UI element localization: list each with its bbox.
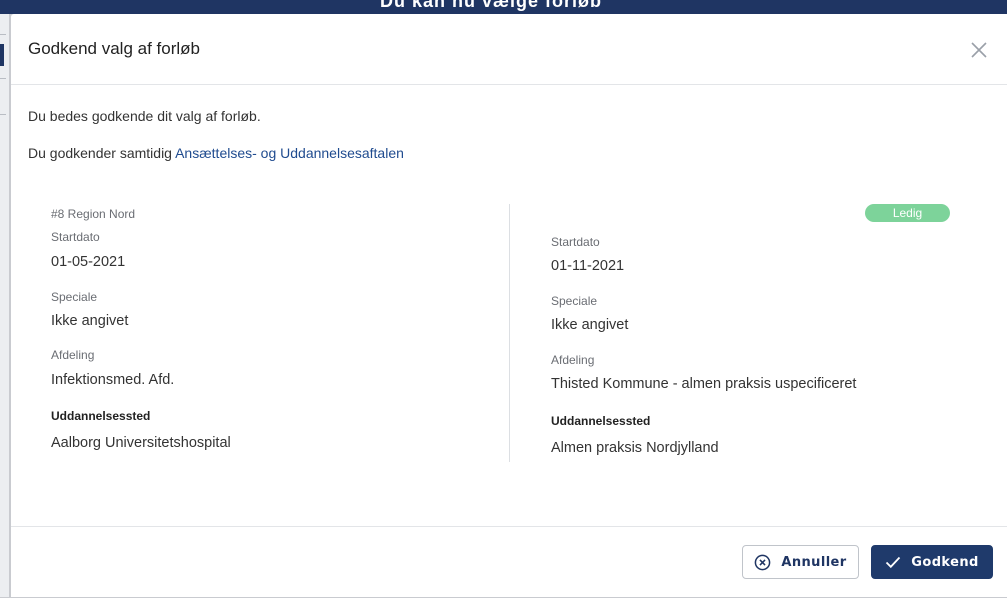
speciale-label: Speciale [551, 294, 598, 308]
x-circle-icon [754, 554, 771, 571]
dialog-header: Godkend valg af forløb [11, 14, 1007, 85]
uddannelsessted-value: Almen praksis Nordjylland [551, 440, 719, 456]
app-header-bar: Du kan nu vælge forløb [0, 0, 1007, 14]
uddannelsessted-label: Uddannelsessted [551, 414, 651, 428]
app-page-title: Du kan nu vælge forløb [380, 0, 603, 11]
status-badge: Ledig [865, 204, 950, 222]
column-divider [509, 204, 510, 462]
afdeling-value: Infektionsmed. Afd. [51, 372, 175, 388]
afdeling-value: Thisted Kommune - almen praksis uspecifi… [551, 376, 857, 392]
cancel-label: Annuller [781, 554, 847, 570]
region-label: #8 Region Nord [51, 207, 136, 221]
sidebar-divider [0, 34, 6, 35]
close-icon[interactable] [967, 38, 991, 62]
approve-label: Godkend [911, 554, 979, 570]
intro-text: Du bedes godkende dit valg af forløb. [28, 108, 261, 124]
sidebar-active-marker [0, 44, 4, 66]
uddannelsessted-value: Aalborg Universitetshospital [51, 435, 231, 451]
cancel-button[interactable]: Annuller [742, 545, 859, 579]
dialog-footer: Annuller Godkend [11, 526, 1007, 598]
agreement-link[interactable]: Ansættelses- og Uddannelsesaftalen [175, 145, 404, 161]
afdeling-label: Afdeling [51, 348, 95, 362]
sidebar-divider [0, 78, 6, 79]
speciale-value: Ikke angivet [51, 313, 129, 329]
startdato-value: 01-11-2021 [551, 258, 625, 274]
startdato-label: Startdato [551, 235, 600, 249]
afdeling-label: Afdeling [551, 353, 595, 367]
startdato-value: 01-05-2021 [51, 254, 126, 270]
dialog-title: Godkend valg af forløb [28, 39, 200, 58]
approve-dialog: Godkend valg af forløb Du bedes godkende… [11, 14, 1007, 597]
intro-prefix: Du godkender samtidig [28, 145, 176, 161]
uddannelsessted-label: Uddannelsessted [51, 409, 151, 423]
speciale-value: Ikke angivet [551, 317, 629, 333]
check-icon [885, 555, 901, 569]
sidebar-divider [0, 114, 6, 115]
startdato-label: Startdato [51, 230, 100, 244]
app-sidebar [0, 14, 9, 597]
intro-agreement-text: Du godkender samtidig Ansættelses- og Ud… [28, 145, 404, 161]
approve-button[interactable]: Godkend [871, 545, 993, 579]
speciale-label: Speciale [51, 290, 98, 304]
